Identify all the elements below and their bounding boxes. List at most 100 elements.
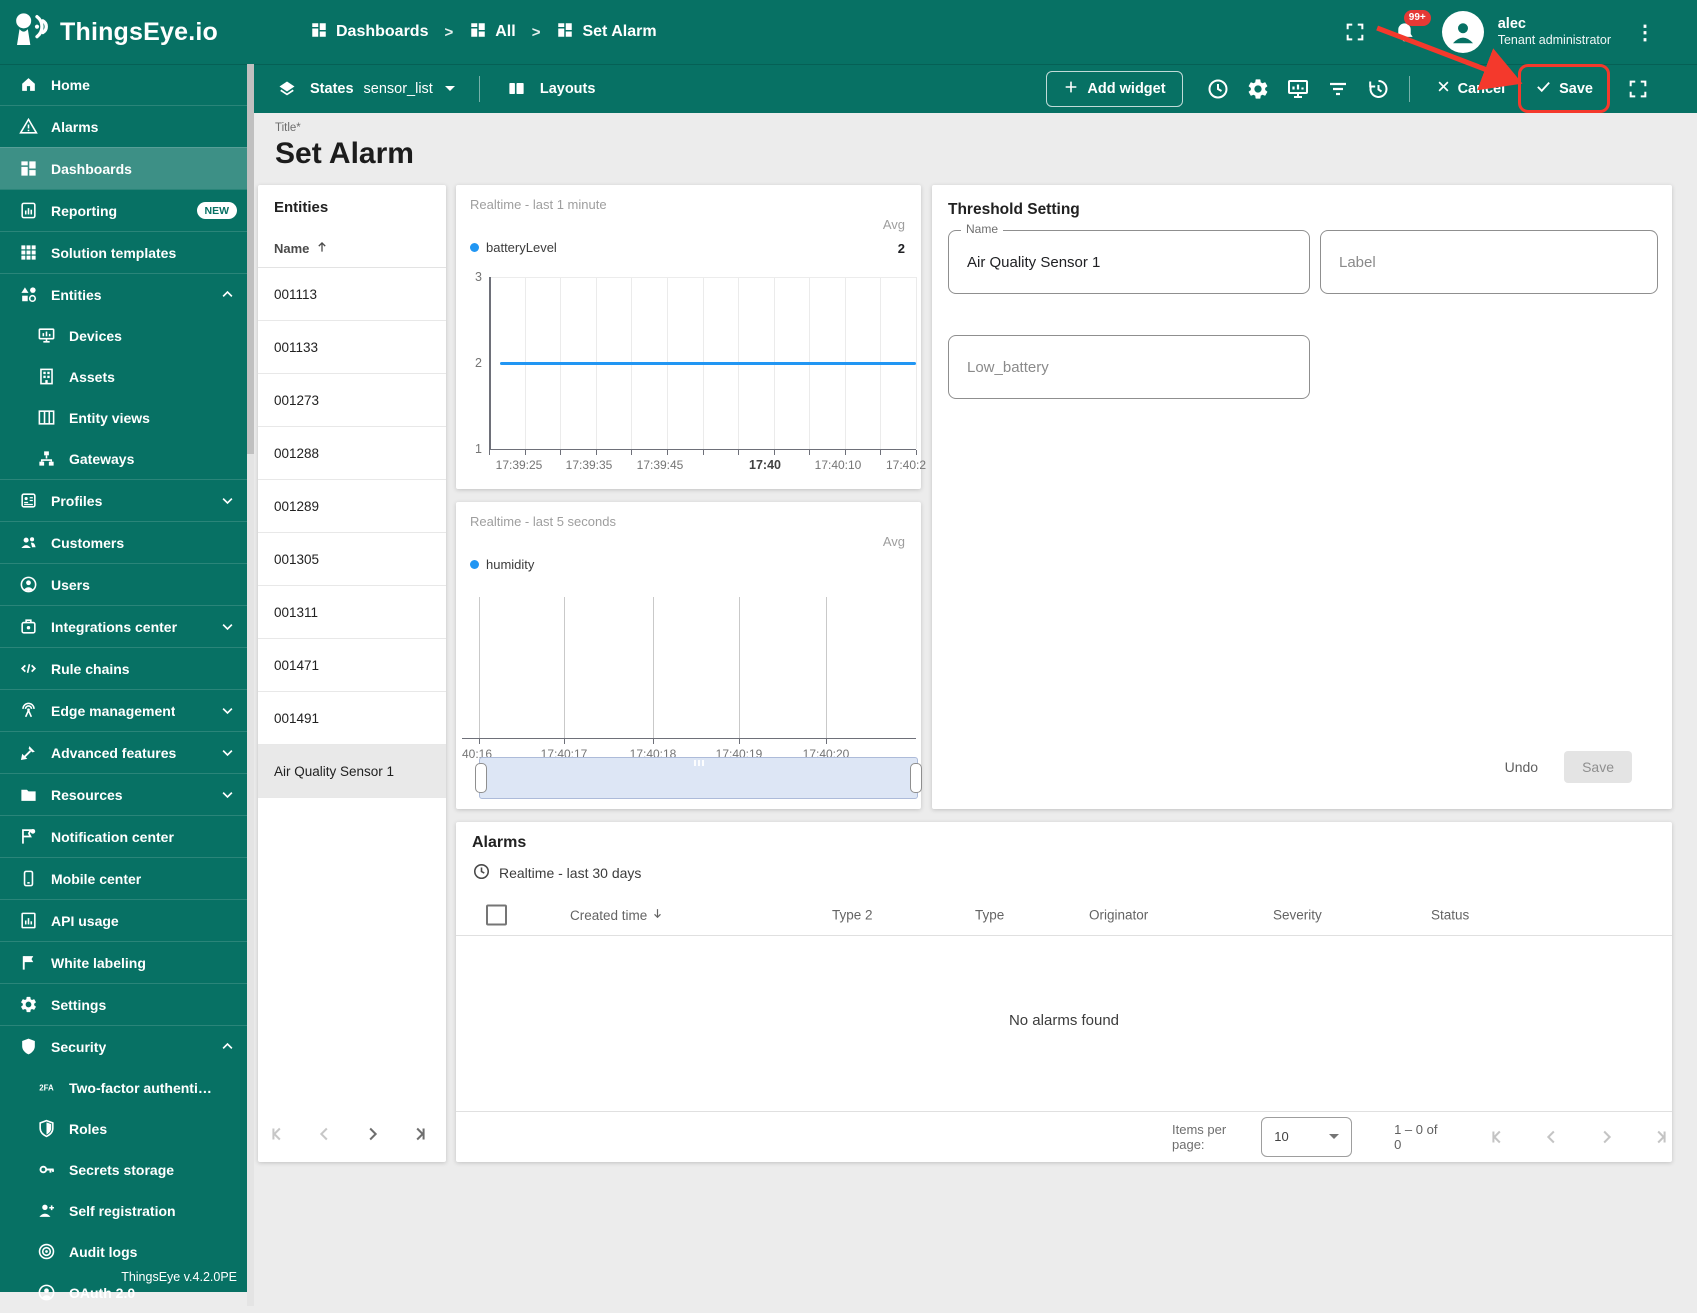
column-header-severity[interactable]: Severity <box>1273 908 1322 923</box>
column-header-created-time[interactable]: Created time <box>570 907 664 923</box>
next-page-icon[interactable] <box>1594 1125 1618 1149</box>
sidebar-item-reporting[interactable]: Reporting NEW <box>0 189 247 231</box>
breadcrumb-set-alarm[interactable]: Set Alarm <box>556 21 657 44</box>
add-widget-button[interactable]: Add widget <box>1046 70 1183 107</box>
sidebar-scrollbar[interactable] <box>247 64 254 1306</box>
entity-row[interactable]: 001113 <box>258 268 446 321</box>
undo-button[interactable]: Undo <box>1505 759 1538 775</box>
entity-row[interactable]: 001133 <box>258 321 446 374</box>
column-header-type[interactable]: Type <box>975 908 1004 923</box>
sidebar-item-assets[interactable]: Assets <box>0 356 247 397</box>
sidebar-item-entities[interactable]: Entities <box>0 273 247 315</box>
humidity-chart-widget[interactable]: Realtime - last 5 seconds Avg humidity 4… <box>456 502 922 809</box>
states-value[interactable]: sensor_list <box>364 81 433 97</box>
sidebar-item-profiles[interactable]: Profiles <box>0 479 247 521</box>
sidebar-item-entity-views[interactable]: Entity views <box>0 397 247 438</box>
entity-row[interactable]: 001273 <box>258 374 446 427</box>
sidebar-item-gateways[interactable]: Gateways <box>0 438 247 479</box>
sidebar-item-dashboards[interactable]: Dashboards <box>0 147 247 189</box>
breadcrumb-all[interactable]: All <box>469 21 516 44</box>
sidebar-item-home[interactable]: Home <box>0 64 247 105</box>
sidebar-item-audit-logs[interactable]: Audit logs <box>0 1231 247 1272</box>
settings-gear-icon[interactable] <box>1245 76 1271 102</box>
sidebar-item-advanced-features[interactable]: Advanced features <box>0 731 247 773</box>
entity-row[interactable]: 001289 <box>258 480 446 533</box>
sidebar-item-integrations-center[interactable]: Integrations center <box>0 605 247 647</box>
alarms-timewindow-button[interactable]: Realtime - last 30 days <box>472 862 1672 884</box>
first-page-icon[interactable] <box>266 1122 290 1146</box>
layouts-button[interactable]: Layouts <box>540 81 596 97</box>
sidebar-item-solution-templates[interactable]: Solution templates <box>0 231 247 273</box>
column-header-status[interactable]: Status <box>1431 908 1469 923</box>
notifications-bell-icon[interactable]: 99+ <box>1392 10 1431 45</box>
last-page-icon[interactable] <box>1648 1125 1672 1149</box>
fullscreen-icon[interactable] <box>1342 19 1368 45</box>
label-input[interactable] <box>1321 231 1657 293</box>
chart-legend[interactable]: humidity <box>470 557 534 572</box>
app-logo[interactable]: ThingsEye.io <box>12 10 262 55</box>
sidebar-item-notification-center[interactable]: Notification center <box>0 815 247 857</box>
datazoom-grip-icon[interactable] <box>693 760 704 766</box>
entity-aliases-icon[interactable] <box>1285 76 1311 102</box>
sidebar-item-security[interactable]: Security <box>0 1025 247 1067</box>
datazoom-slider[interactable] <box>475 757 922 799</box>
first-page-icon[interactable] <box>1486 1125 1510 1149</box>
sidebar-item-devices[interactable]: Devices <box>0 315 247 356</box>
entity-row[interactable]: 001311 <box>258 586 446 639</box>
datazoom-right-handle[interactable] <box>910 763 922 793</box>
sidebar-item-white-labeling[interactable]: White labeling <box>0 941 247 983</box>
previous-page-icon[interactable] <box>1540 1125 1564 1149</box>
sidebar-item-customers[interactable]: Customers <box>0 521 247 563</box>
entity-row[interactable]: 001471 <box>258 639 446 692</box>
scrollbar-thumb[interactable] <box>247 64 254 454</box>
column-header-type-2[interactable]: Type 2 <box>832 908 873 923</box>
entity-row[interactable]: 001288 <box>258 427 446 480</box>
gridline <box>826 597 827 738</box>
datazoom-left-handle[interactable] <box>475 763 487 793</box>
sidebar-item-settings[interactable]: Settings <box>0 983 247 1025</box>
sidebar-item-mobile-center[interactable]: Mobile center <box>0 857 247 899</box>
entities-name-column-header[interactable]: Name <box>258 216 446 267</box>
chevron-down-icon[interactable] <box>444 86 455 91</box>
sidebar-item-secrets-storage[interactable]: Secrets storage <box>0 1149 247 1190</box>
sidebar-item-two-factor-authenticati[interactable]: 2FATwo-factor authenticati… <box>0 1067 247 1108</box>
timewindow-clock-icon[interactable] <box>1205 76 1231 102</box>
entity-row[interactable]: 001305 <box>258 533 446 586</box>
entities-list: 001113 001133 001273 001288 001289 001305 0013… <box>258 267 446 798</box>
sidebar-item-edge-management[interactable]: Edge management <box>0 689 247 731</box>
version-history-icon[interactable] <box>1365 76 1391 102</box>
name-input[interactable] <box>949 231 1309 293</box>
alarm-type-input[interactable] <box>949 336 1309 398</box>
sidebar-item-self-registration[interactable]: Self registration <box>0 1190 247 1231</box>
last-page-icon[interactable] <box>407 1122 431 1146</box>
sidebar-item-roles[interactable]: Roles <box>0 1108 247 1149</box>
threshold-save-button[interactable]: Save <box>1564 751 1632 783</box>
entity-row[interactable]: Air Quality Sensor 1 <box>258 745 446 798</box>
fullscreen-icon[interactable] <box>1625 76 1651 102</box>
column-header-originator[interactable]: Originator <box>1089 908 1148 923</box>
save-button[interactable]: Save <box>1527 72 1601 105</box>
next-page-icon[interactable] <box>360 1122 384 1146</box>
page-title[interactable]: Set Alarm <box>275 137 414 171</box>
sidebar-item-alarms[interactable]: Alarms <box>0 105 247 147</box>
sidebar-item-users[interactable]: Users <box>0 563 247 605</box>
entity-row[interactable]: 001491 <box>258 692 446 745</box>
axis-tick <box>916 450 917 455</box>
select-all-checkbox[interactable] <box>486 904 507 926</box>
user-info[interactable]: alec Tenant administrator <box>1498 15 1611 49</box>
axis-tick <box>564 739 565 744</box>
sidebar-item-api-usage[interactable]: API usage <box>0 899 247 941</box>
axis-tick <box>595 450 597 455</box>
filters-icon[interactable] <box>1325 76 1351 102</box>
previous-page-icon[interactable] <box>313 1122 337 1146</box>
sidebar-item-rule-chains[interactable]: Rule chains <box>0 647 247 689</box>
cancel-button[interactable]: Cancel <box>1428 73 1514 104</box>
breadcrumb-dashboards[interactable]: Dashboards <box>310 21 428 44</box>
avatar[interactable] <box>1441 11 1484 53</box>
x-axis-label: 17:39:25 <box>495 458 543 472</box>
kebab-menu-icon[interactable]: ⋮ <box>1635 20 1655 45</box>
chart-legend[interactable]: batteryLevel <box>470 240 557 255</box>
battery-level-chart-widget[interactable]: Realtime - last 1 minute Avg 2 batteryLe… <box>456 185 926 489</box>
items-per-page-select[interactable]: 10 <box>1261 1116 1353 1157</box>
sidebar-item-resources[interactable]: Resources <box>0 773 247 815</box>
